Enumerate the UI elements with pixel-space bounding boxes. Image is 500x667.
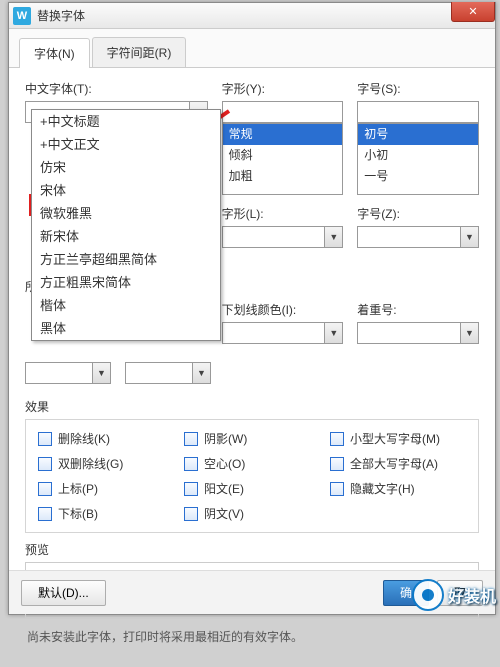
checkbox-strike[interactable]: 删除线(K) [38,430,174,447]
label-style: 字形(Y): [222,80,344,97]
checkbox-icon [330,457,344,471]
checkbox-icon [184,507,198,521]
font-dropdown-list[interactable]: +中文标题 +中文正文 仿宋 宋体 微软雅黑 新宋体 方正兰亭超细黑简体 方正粗… [31,109,221,341]
color-row: ▼ ▼ [25,362,479,384]
font-option[interactable]: 仿宋 [32,156,220,179]
close-icon: ✕ [468,5,477,18]
checkbox-sub[interactable]: 下标(B) [38,505,174,522]
titlebar: W 替换字体 ✕ [9,3,495,29]
checkbox-smallcaps[interactable]: 小型大写字母(M) [330,430,466,447]
label-emphasis: 着重号: [357,301,479,318]
font-option[interactable]: +中文正文 [32,133,220,156]
chevron-down-icon[interactable]: ▼ [460,323,478,343]
label-cn-font: 中文字体(T): [25,80,208,97]
watermark-text: 好装机 [448,583,496,607]
chevron-down-icon[interactable]: ▼ [460,227,478,247]
checkbox-icon [184,482,198,496]
label-size2: 字号(Z): [357,205,479,222]
checkbox-hidden[interactable]: 隐藏文字(H) [330,480,466,497]
effects-label: 效果 [25,398,479,415]
watermark: 好装机 [412,579,496,611]
checkbox-icon [184,457,198,471]
emphasis-combo[interactable]: ▼ [357,322,479,344]
list-item[interactable]: 常规 [223,124,343,145]
tab-font[interactable]: 字体(N) [19,38,90,68]
font-option-highlighted[interactable]: 微软雅黑 [32,202,220,225]
checkbox-hollow[interactable]: 空心(O) [184,455,320,472]
underline-color-combo[interactable]: ▼ [222,322,344,344]
checkbox-icon [38,432,52,446]
list-item[interactable]: 倾斜 [223,145,343,166]
font-option[interactable]: 方正粗黑宋简体 [32,271,220,294]
font-option[interactable]: 楷体 [32,294,220,317]
list-item[interactable]: 初号 [358,124,478,145]
checkbox-dstrike[interactable]: 双删除线(G) [38,455,174,472]
checkbox-allcaps[interactable]: 全部大写字母(A) [330,455,466,472]
chevron-down-icon[interactable]: ▼ [192,363,210,383]
font-replace-dialog: W 替换字体 ✕ 字体(N) 字符间距(R) 中文字体(T): ▼ 字形(Y):… [8,2,496,615]
mini-combo-2[interactable]: ▼ [125,362,211,384]
close-button[interactable]: ✕ [451,2,495,22]
list-item[interactable]: 小初 [358,145,478,166]
checkbox-icon [38,482,52,496]
checkbox-icon [184,432,198,446]
checkbox-icon [38,507,52,521]
checkbox-shadow[interactable]: 阴影(W) [184,430,320,447]
chevron-down-icon[interactable]: ▼ [92,363,110,383]
checkbox-icon [330,482,344,496]
style-input[interactable] [222,101,344,123]
size-listbox[interactable]: 初号 小初 一号 [357,123,479,195]
checkbox-emboss[interactable]: 阳文(E) [184,480,320,497]
label-size: 字号(S): [357,80,479,97]
style-listbox[interactable]: 常规 倾斜 加粗 [222,123,344,195]
checkbox-engrave[interactable]: 阴文(V) [184,505,320,522]
watermark-logo-icon [412,579,444,611]
checkbox-icon [38,457,52,471]
style2-combo[interactable]: ▼ [222,226,344,248]
default-button[interactable]: 默认(D)... [21,580,106,606]
size-input[interactable] [357,101,479,123]
checkbox-super[interactable]: 上标(P) [38,480,174,497]
label-style2: 字形(L): [222,205,344,222]
font-option[interactable]: +中文标题 [32,110,220,133]
window-title: 替换字体 [37,7,85,24]
tab-strip: 字体(N) 字符间距(R) [9,29,495,68]
label-underline-color: 下划线颜色(I): [222,301,344,318]
tab-spacing[interactable]: 字符间距(R) [92,37,187,67]
effects-group: 删除线(K) 阴影(W) 小型大写字母(M) 双删除线(G) 空心(O) 全部大… [25,419,479,533]
chevron-down-icon[interactable]: ▼ [324,227,342,247]
chevron-down-icon[interactable]: ▼ [324,323,342,343]
install-note: 尚未安装此字体，打印时将采用最相近的有效字体。 [27,628,477,645]
font-option[interactable]: 黑体 [32,317,220,340]
font-option[interactable]: 方正兰亭超细黑简体 [32,248,220,271]
list-item[interactable]: 加粗 [223,166,343,187]
font-option[interactable]: 宋体 [32,179,220,202]
preview-label: 预览 [25,541,479,558]
list-item[interactable]: 一号 [358,166,478,187]
size2-combo[interactable]: ▼ [357,226,479,248]
font-option[interactable]: 新宋体 [32,225,220,248]
checkbox-icon [330,432,344,446]
app-logo-icon: W [13,7,31,25]
mini-combo-1[interactable]: ▼ [25,362,111,384]
